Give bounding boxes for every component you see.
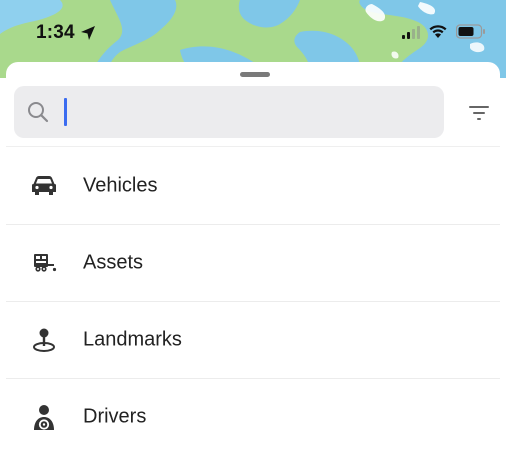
wifi-icon [429,25,447,38]
list-item-landmarks[interactable]: Landmarks [6,302,500,379]
bottom-sheet: Vehicles Assets Landmarks Drivers [6,62,500,450]
text-cursor [64,98,67,126]
sheet-grabber[interactable] [240,72,270,77]
cellular-signal-icon [402,25,420,39]
list-item-label: Drivers [83,405,147,428]
category-list: Vehicles Assets Landmarks Drivers [6,148,500,450]
landmark-pin-icon [30,326,58,354]
list-item-assets[interactable]: Assets [6,225,500,302]
list-item-label: Landmarks [83,328,182,351]
filter-icon[interactable] [467,104,491,122]
app-screen: 1:34 Vehicles Assets Landmarks Drivers [0,0,506,450]
list-item-vehicles[interactable]: Vehicles [6,148,500,225]
search-bar[interactable] [14,86,444,138]
car-icon [30,172,58,200]
trailer-icon [30,249,58,277]
driver-icon [30,403,58,431]
list-item-label: Assets [83,251,144,274]
search-icon [28,102,49,123]
list-item-drivers[interactable]: Drivers [6,379,500,450]
search-input[interactable] [58,94,434,130]
list-item-label: Vehicles [83,174,158,197]
battery-icon [456,24,485,39]
divider [6,146,500,147]
status-icons [402,24,486,39]
location-arrow-icon [81,26,95,40]
status-bar: 1:34 [0,0,506,64]
status-time: 1:34 [36,22,75,43]
